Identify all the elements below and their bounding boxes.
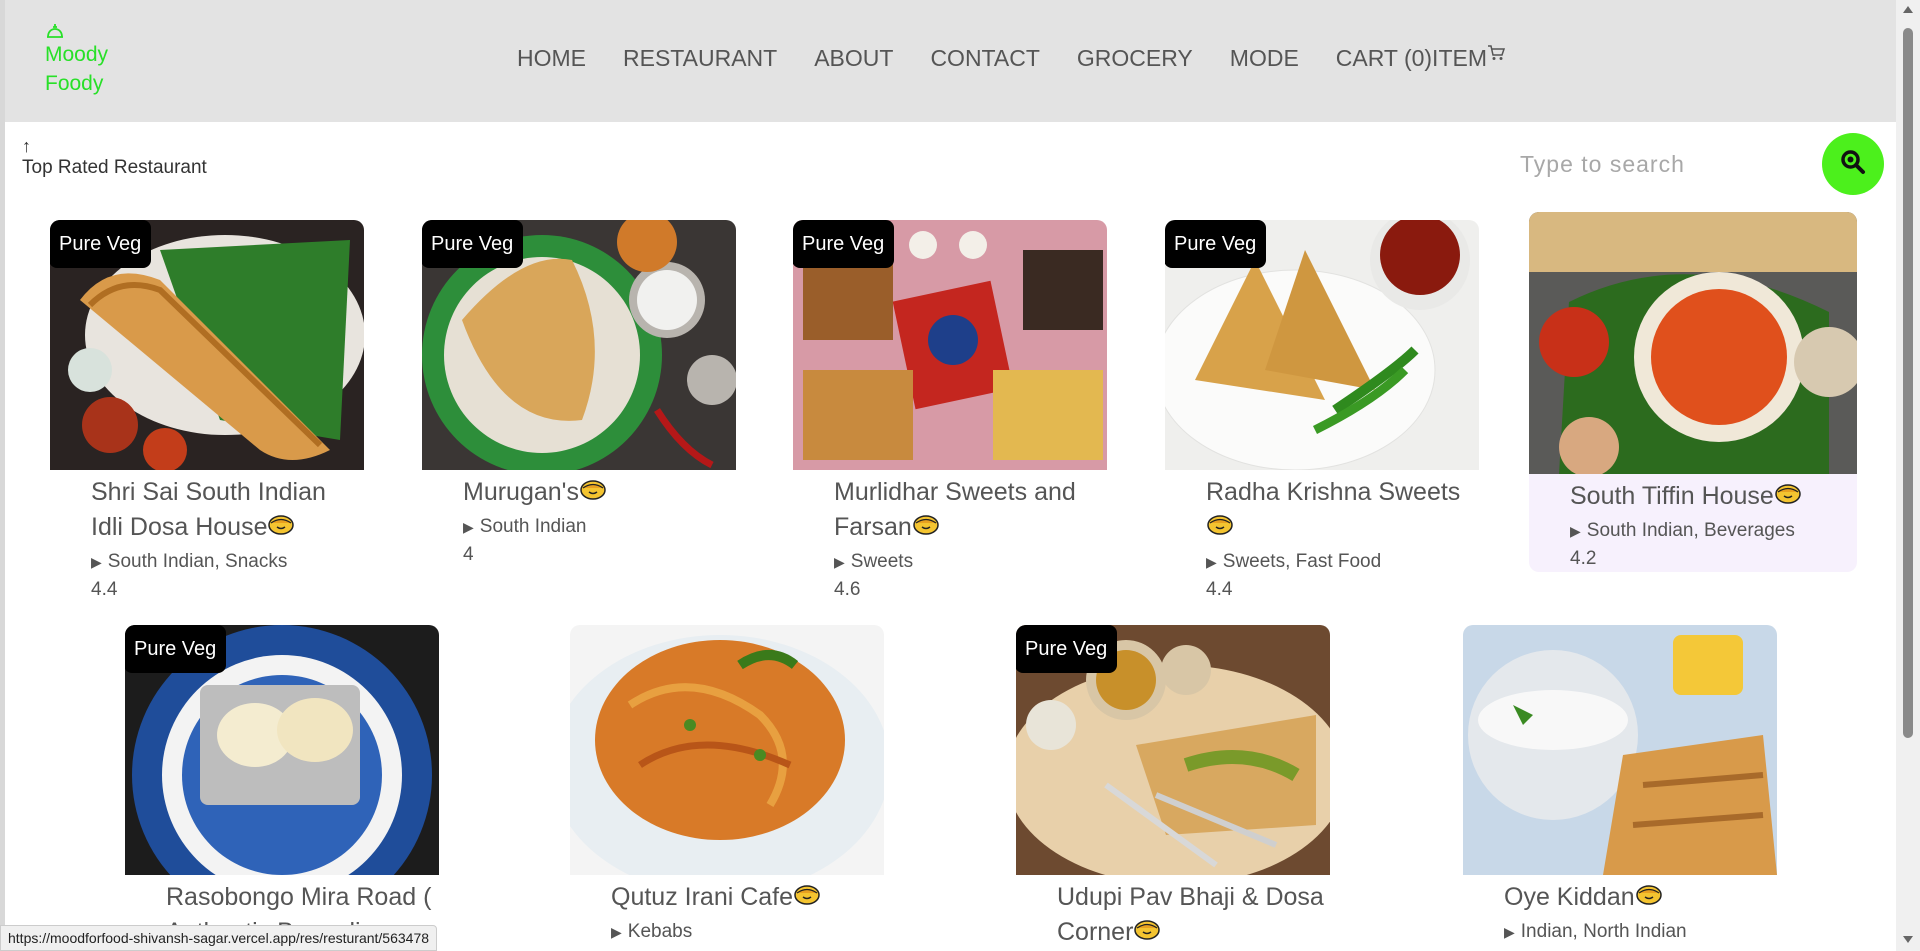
cuisine-summary[interactable]: ▶ South Indian [463, 514, 736, 540]
rating: 4.6 [834, 578, 861, 600]
restaurant-name: Murlidhar Sweets and Farsan [834, 478, 1076, 541]
cuisine-text: South Indian, Beverages [1586, 519, 1795, 541]
cuisine-summary[interactable]: ▶ Sweets [834, 549, 1107, 575]
cuisine-text: South Indian [479, 515, 587, 537]
pure-veg-badge: Pure Veg [1165, 220, 1267, 268]
search-icon [1840, 149, 1866, 180]
nav-cart-label: CART (0)ITEM [1335, 45, 1487, 71]
restaurant-name: Oye Kiddan [1504, 883, 1635, 911]
disclosure-triangle-icon: ▶ [611, 923, 622, 940]
disclosure-triangle-icon: ▶ [91, 553, 102, 570]
rating: 4 [463, 543, 474, 565]
disclosure-triangle-icon: ▶ [834, 553, 845, 570]
cuisine-text: Sweets, Fast Food [1222, 550, 1382, 572]
rating: 4.4 [1206, 578, 1233, 600]
restaurant-image: Pure Veg [50, 220, 364, 470]
top-rated-filter[interactable]: ↑ Top Rated Restaurant [22, 134, 207, 180]
disclosure-triangle-icon: ▶ [1206, 553, 1217, 570]
nav-about[interactable]: ABOUT [814, 45, 893, 72]
cuisine-summary[interactable]: ▶ Kebabs [611, 919, 884, 945]
restaurant-card-hovered[interactable]: South Tiffin House ▶ South Indian, Bevera… [1529, 212, 1857, 572]
food-tray-icon [45, 20, 108, 40]
site-header: Moody Foody HOME RESTAURANT ABOUT CONTAC… [5, 0, 1896, 122]
logo-line2: Foody [45, 72, 104, 95]
restaurant-card[interactable]: Pure Veg Radha Krishna Sweets ▶ Sweets, F… [1165, 220, 1479, 603]
pure-veg-badge: Pure Veg [1016, 625, 1118, 673]
restaurant-card[interactable]: Qutuz Irani Cafe ▶ Kebabs [570, 625, 884, 945]
nav-contact[interactable]: CONTACT [930, 45, 1039, 72]
food-bowl-icon [1206, 511, 1234, 546]
food-bowl-icon [793, 881, 821, 916]
restaurant-image: Pure Veg [125, 625, 439, 875]
top-rated-label: Top Rated Restaurant [22, 157, 207, 178]
restaurant-card[interactable]: Oye Kiddan ▶ Indian, North Indian [1463, 625, 1777, 945]
cuisine-summary[interactable]: ▶ South Indian, Beverages [1570, 518, 1857, 544]
restaurant-image [1529, 212, 1857, 474]
disclosure-triangle-icon: ▶ [463, 518, 474, 535]
restaurant-image: Pure Veg [422, 220, 736, 470]
cuisine-summary[interactable]: ▶ Indian, North Indian [1504, 919, 1777, 945]
restaurant-card[interactable]: Pure Veg Murlidhar Sweets and Farsan ▶ Sw… [793, 220, 1107, 603]
restaurant-name: Udupi Pav Bhaji & Dosa Corner [1057, 883, 1324, 946]
restaurant-image [1463, 625, 1777, 875]
nav-grocery[interactable]: GROCERY [1077, 45, 1193, 72]
cuisine-text: Sweets [850, 550, 914, 572]
food-bowl-icon [1635, 881, 1663, 916]
browser-status-url: https://moodforfood-shivansh-sagar.verce… [0, 925, 438, 951]
restaurant-image: Pure Veg [1165, 220, 1479, 470]
pure-veg-badge: Pure Veg [793, 220, 895, 268]
search-button[interactable] [1822, 133, 1884, 195]
scroll-down-arrow-icon[interactable] [1903, 936, 1913, 943]
disclosure-triangle-icon: ▶ [1570, 522, 1581, 539]
logo[interactable]: Moody Foody [45, 20, 108, 98]
vertical-scrollbar[interactable] [1896, 0, 1920, 951]
pure-veg-badge: Pure Veg [50, 220, 152, 268]
disclosure-triangle-icon: ▶ [1504, 923, 1515, 940]
nav-restaurant[interactable]: RESTAURANT [623, 45, 777, 72]
restaurant-name: Murugan's [463, 478, 579, 506]
restaurant-card[interactable]: Pure Veg Rasobongo Mira Road ( Authentic… [125, 625, 439, 950]
restaurant-name: Qutuz Irani Cafe [611, 883, 794, 911]
restaurant-image: Pure Veg [793, 220, 1107, 470]
cuisine-summary[interactable]: ▶ South Indian, Snacks [91, 549, 364, 575]
arrow-up-icon: ↑ [22, 136, 31, 156]
rating: 4.4 [91, 578, 118, 600]
logo-line1: Moody [45, 43, 109, 66]
search-input[interactable] [1518, 145, 1822, 183]
food-bowl-icon [267, 511, 295, 546]
restaurant-card[interactable]: Pure Veg Shri Sai South Indian Idli Dosa… [50, 220, 364, 603]
pure-veg-badge: Pure Veg [422, 220, 524, 268]
restaurant-image [570, 625, 884, 875]
main-nav: HOME RESTAURANT ABOUT CONTACT GROCERY MO… [517, 45, 1506, 72]
cuisine-text: South Indian, Snacks [107, 550, 288, 572]
scroll-up-arrow-icon[interactable] [1903, 6, 1913, 13]
nav-home[interactable]: HOME [517, 45, 586, 72]
food-bowl-icon [1133, 916, 1161, 951]
restaurant-card[interactable]: Pure Veg Udupi Pav Bhaji & Dosa Corner [1016, 625, 1330, 951]
scrollbar-thumb[interactable] [1903, 28, 1913, 738]
restaurant-name: Radha Krishna Sweets [1206, 478, 1461, 506]
rating: 4.2 [1570, 547, 1597, 569]
nav-mode[interactable]: MODE [1230, 45, 1299, 72]
restaurant-image: Pure Veg [1016, 625, 1330, 875]
pure-veg-badge: Pure Veg [125, 625, 227, 673]
shopping-cart-icon [1487, 45, 1506, 65]
restaurant-card[interactable]: Pure Veg Murugan's ▶ South Indian 4 [422, 220, 736, 568]
cuisine-text: Indian, North Indian [1520, 920, 1687, 942]
food-bowl-icon [1774, 480, 1802, 515]
nav-cart[interactable]: CART (0)ITEM [1335, 45, 1506, 72]
cuisine-text: Kebabs [627, 920, 693, 942]
restaurant-name: South Tiffin House [1570, 482, 1774, 510]
food-bowl-icon [912, 511, 940, 546]
cuisine-summary[interactable]: ▶ Sweets, Fast Food [1206, 549, 1479, 575]
food-bowl-icon [579, 476, 607, 511]
